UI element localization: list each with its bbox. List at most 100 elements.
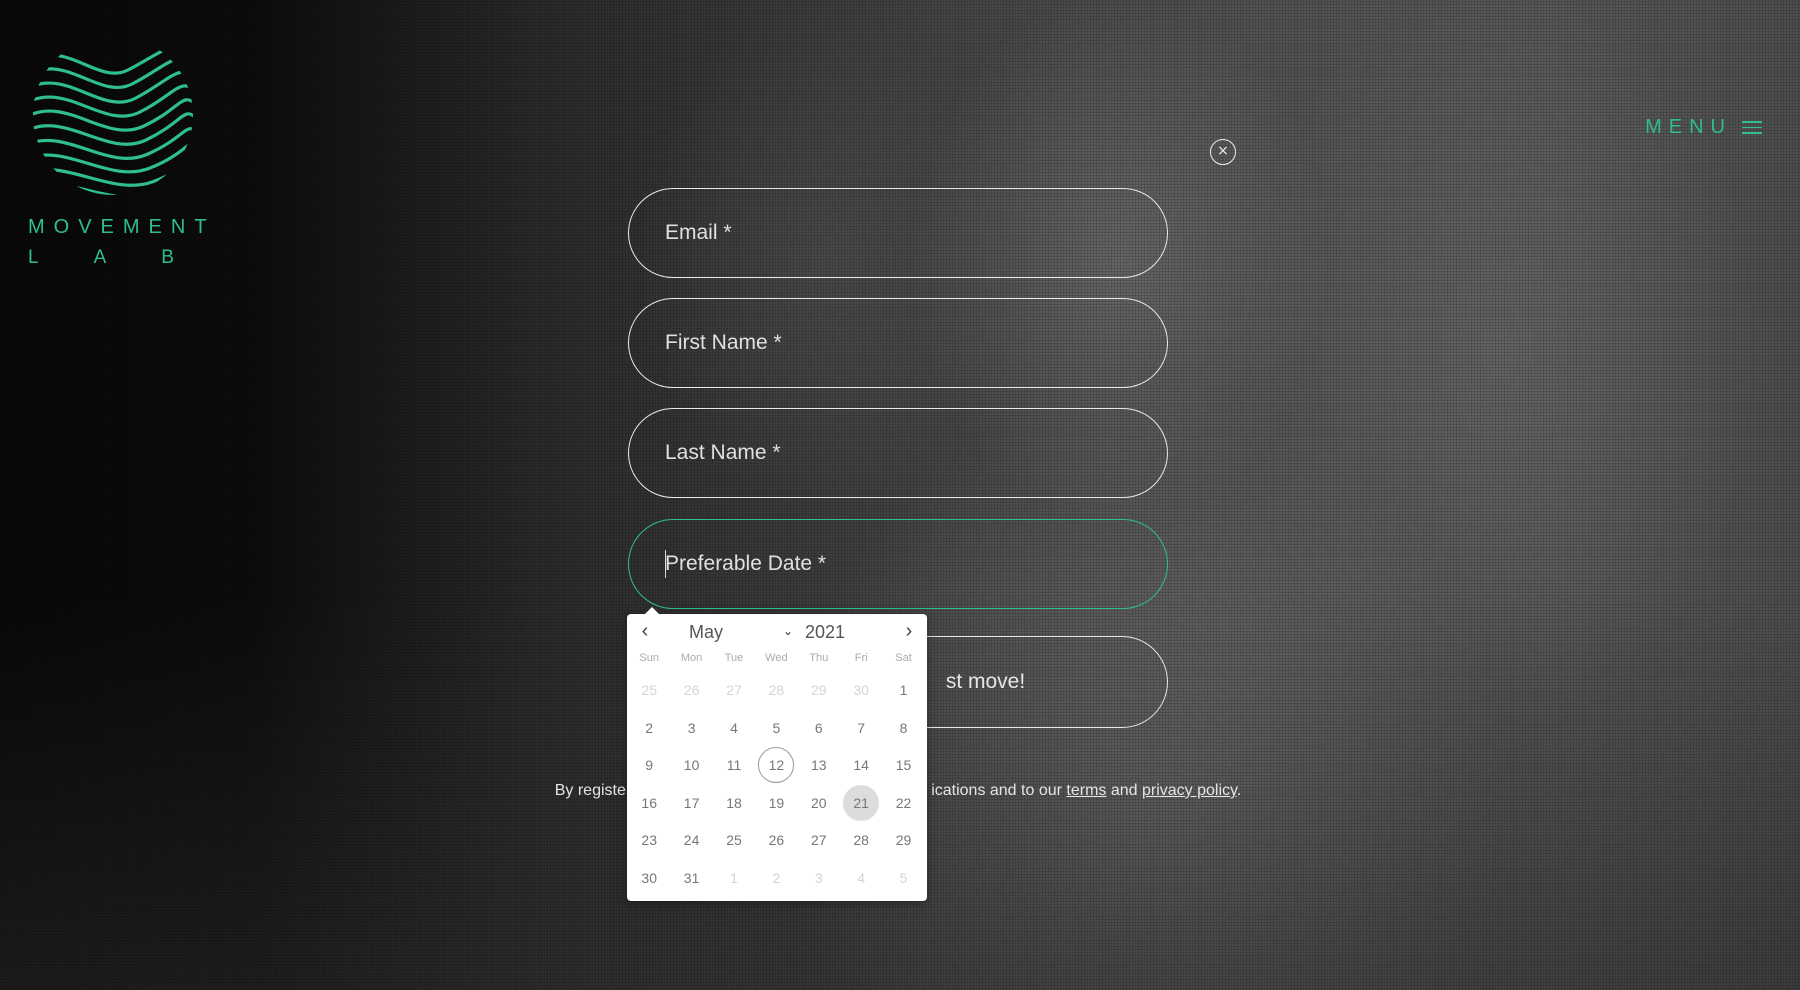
calendar-day[interactable]: 21 [840,784,882,823]
calendar-day[interactable]: 17 [670,785,712,823]
calendar-day[interactable]: 12 [755,747,797,785]
weekday-label: Sun [639,652,659,664]
calendar-day-number: 21 [853,794,869,811]
first-name-field[interactable]: First Name * [628,298,1168,388]
calendar-day[interactable]: 25 [628,672,670,710]
calendar-day-number: 17 [683,794,700,811]
calendar-day[interactable]: 14 [840,747,882,785]
calendar-day-number: 31 [683,869,700,886]
calendar-day[interactable]: 1 [882,672,924,710]
calendar-day[interactable]: 3 [798,860,840,898]
weekday-label: Fri [854,652,868,664]
calendar-day[interactable]: 6 [798,710,840,748]
calendar-day[interactable]: 13 [798,747,840,785]
calendar-day-number: 15 [895,757,912,773]
calendar-day[interactable]: 28 [755,672,797,710]
calendar-day-number: 28 [768,682,785,698]
calendar-day[interactable]: 8 [882,710,924,748]
calendar-day-number: 25 [726,832,742,848]
calendar-day-number: 13 [810,757,827,773]
calendar-day-number: 6 [814,719,823,736]
next-month-icon[interactable]: › [899,621,919,642]
menu-button[interactable]: MENU [1645,116,1762,139]
calendar-day[interactable]: 2 [628,710,670,748]
close-icon[interactable]: × [1210,139,1236,165]
calendar-day[interactable]: 15 [882,747,924,785]
brand-name-line1: MOVEMENT [28,216,216,238]
prev-month-icon[interactable]: ‹ [635,621,655,642]
hamburger-icon [1742,117,1762,138]
weekday-header: Sun Mon Tue Wed Thu Fri Sat [627,652,927,670]
calendar-day-number: 18 [726,794,742,811]
calendar-day[interactable]: 4 [713,710,755,748]
calendar-days: 25 26 27 28 29 30 1 2 3 4 5 6 7 8 9 10 11 12 13 14 15 16 17 18 1… [627,672,927,897]
date-picker: ‹ May ⌄ 2021 › Sun Mon Tue Wed Thu Fri Sat 25 2… [627,607,927,901]
calendar-day-number: 2 [645,719,654,736]
calendar-day[interactable]: 29 [798,672,840,710]
calendar-day[interactable]: 22 [882,785,924,823]
calendar-day-number: 4 [857,869,866,886]
calendar-day-number: 3 [687,719,696,736]
calendar-day[interactable]: 30 [628,860,670,898]
calendar-day-number: 14 [853,757,869,773]
weekday-label: Tue [724,652,744,664]
email-placeholder: Email * [665,221,732,244]
calendar-day[interactable]: 5 [882,860,924,898]
calendar-day[interactable]: 28 [840,822,882,860]
menu-label: MENU [1645,116,1732,138]
calendar-day[interactable]: 11 [713,747,755,785]
terms-link[interactable]: terms [1066,782,1106,799]
calendar-day-number: 4 [730,719,738,736]
month-select[interactable]: May [689,622,723,643]
weekday-label: Sat [895,652,912,664]
calendar-day-number: 12 [768,757,785,773]
calendar-day-number: 27 [726,682,742,698]
calendar-day[interactable]: 10 [670,747,712,785]
calendar-day[interactable]: 20 [798,785,840,823]
calendar-day-number: 24 [683,832,700,848]
calendar-day[interactable]: 25 [713,822,755,860]
email-field[interactable]: Email * [628,188,1168,278]
calendar-day-number: 9 [645,757,654,773]
calendar-day[interactable]: 16 [628,785,670,823]
calendar-day[interactable]: 26 [670,672,712,710]
last-name-field[interactable]: Last Name * [628,408,1168,498]
calendar-day[interactable]: 19 [755,785,797,823]
terms-prefix: By register [554,782,632,799]
page-background: MOVEMENT LAB MENU × Email * First Name *… [0,0,1800,990]
calendar-day-number: 30 [853,682,869,698]
brand-name-line2: LAB [28,247,229,268]
calendar-day[interactable]: 5 [755,710,797,748]
calendar-day[interactable]: 4 [840,860,882,898]
chevron-down-icon[interactable]: ⌄ [783,624,793,638]
calendar-day[interactable]: 26 [755,822,797,860]
calendar-day-number: 22 [895,794,912,811]
calendar-day[interactable]: 2 [755,860,797,898]
calendar-day-number: 10 [683,757,700,773]
calendar-day-number: 1 [730,869,738,886]
calendar-day[interactable]: 9 [628,747,670,785]
calendar-day-number: 19 [768,794,785,811]
calendar-day-number: 27 [810,832,827,848]
calendar-day[interactable]: 23 [628,822,670,860]
calendar-day[interactable]: 1 [713,860,755,898]
calendar-day[interactable]: 24 [670,822,712,860]
calendar-day-number: 7 [857,719,866,736]
wave-globe-icon [33,43,193,195]
calendar-day[interactable]: 7 [840,710,882,748]
date-picker-header: ‹ May ⌄ 2021 › [627,614,927,652]
year-input[interactable]: 2021 [805,622,845,643]
calendar-day-number: 23 [641,832,657,848]
calendar-day[interactable]: 27 [713,672,755,710]
calendar-day[interactable]: 3 [670,710,712,748]
calendar-day[interactable]: 29 [882,822,924,860]
calendar-day-number: 26 [768,832,785,848]
privacy-policy-link[interactable]: privacy policy [1142,782,1237,799]
calendar-day-number: 2 [772,869,781,886]
calendar-day[interactable]: 31 [670,860,712,898]
brand-logo[interactable]: MOVEMENT LAB [28,30,229,269]
preferable-date-field[interactable]: Preferable Date * [628,519,1168,609]
calendar-day[interactable]: 30 [840,672,882,710]
calendar-day[interactable]: 18 [713,785,755,823]
calendar-day[interactable]: 27 [798,822,840,860]
